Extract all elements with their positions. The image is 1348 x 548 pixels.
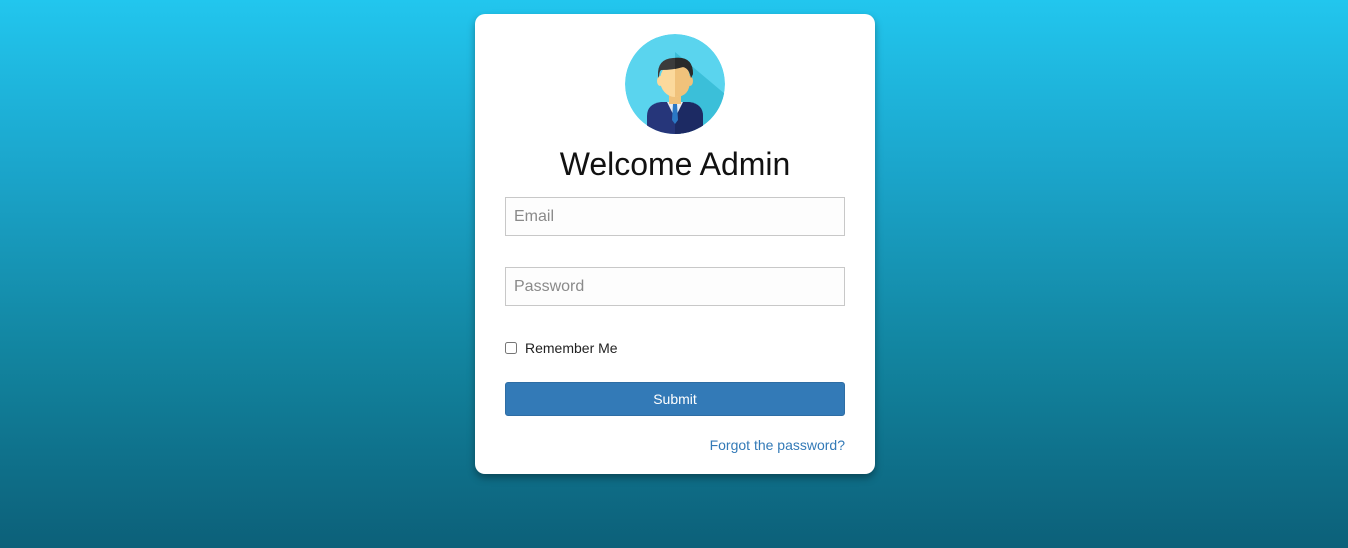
- submit-button[interactable]: Submit: [505, 382, 845, 416]
- forgot-password-link[interactable]: Forgot the password?: [710, 437, 845, 453]
- email-field[interactable]: [505, 197, 845, 236]
- remember-me-checkbox[interactable]: [505, 342, 517, 354]
- remember-me-row[interactable]: Remember Me: [505, 340, 618, 356]
- login-card: Welcome Admin Remember Me Submit Forgot …: [475, 14, 875, 474]
- page-title: Welcome Admin: [559, 146, 791, 182]
- remember-me-label: Remember Me: [525, 340, 618, 356]
- admin-avatar-icon: [625, 34, 725, 134]
- password-field[interactable]: [505, 267, 845, 306]
